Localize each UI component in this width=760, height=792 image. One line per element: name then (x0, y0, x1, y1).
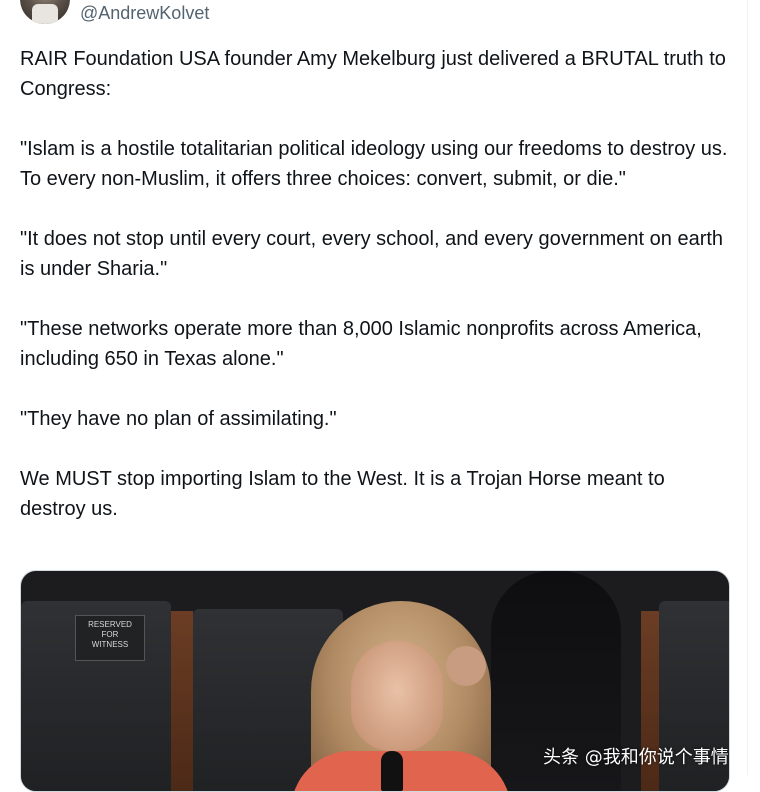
tweet-paragraph: "Islam is a hostile totalitarian politic… (20, 138, 728, 190)
wood-panel (171, 611, 193, 791)
sign-line: FOR (101, 630, 119, 639)
tweet-paragraph: RAIR Foundation USA founder Amy Mekelbur… (20, 48, 726, 100)
watermark: 头条 @我和你说个事情 (543, 747, 729, 768)
tweet-paragraph: We MUST stop importing Islam to the West… (20, 468, 665, 520)
avatar-figure (32, 4, 58, 24)
avatar[interactable] (20, 0, 70, 24)
reserved-sign: RESERVED FOR WITNESS (75, 615, 145, 661)
tweet-paragraph: "It does not stop until every court, eve… (20, 228, 724, 280)
sign-line: RESERVED (88, 620, 132, 629)
tweet-media-video[interactable]: RESERVED FOR WITNESS 头条 @我和你说个事情 (20, 570, 730, 792)
microphone (381, 751, 403, 791)
tweet-paragraph: "These networks operate more than 8,000 … (20, 318, 702, 370)
speaker-face (351, 641, 443, 751)
tweet-text: RAIR Foundation USA founder Amy Mekelbur… (20, 44, 732, 554)
sign-line: WITNESS (91, 640, 129, 649)
timeline-divider (747, 0, 748, 775)
author-handle[interactable]: @AndrewKolvet (80, 2, 209, 24)
tweet-paragraph: "They have no plan of assimilating." (20, 408, 337, 430)
hand (446, 646, 486, 686)
